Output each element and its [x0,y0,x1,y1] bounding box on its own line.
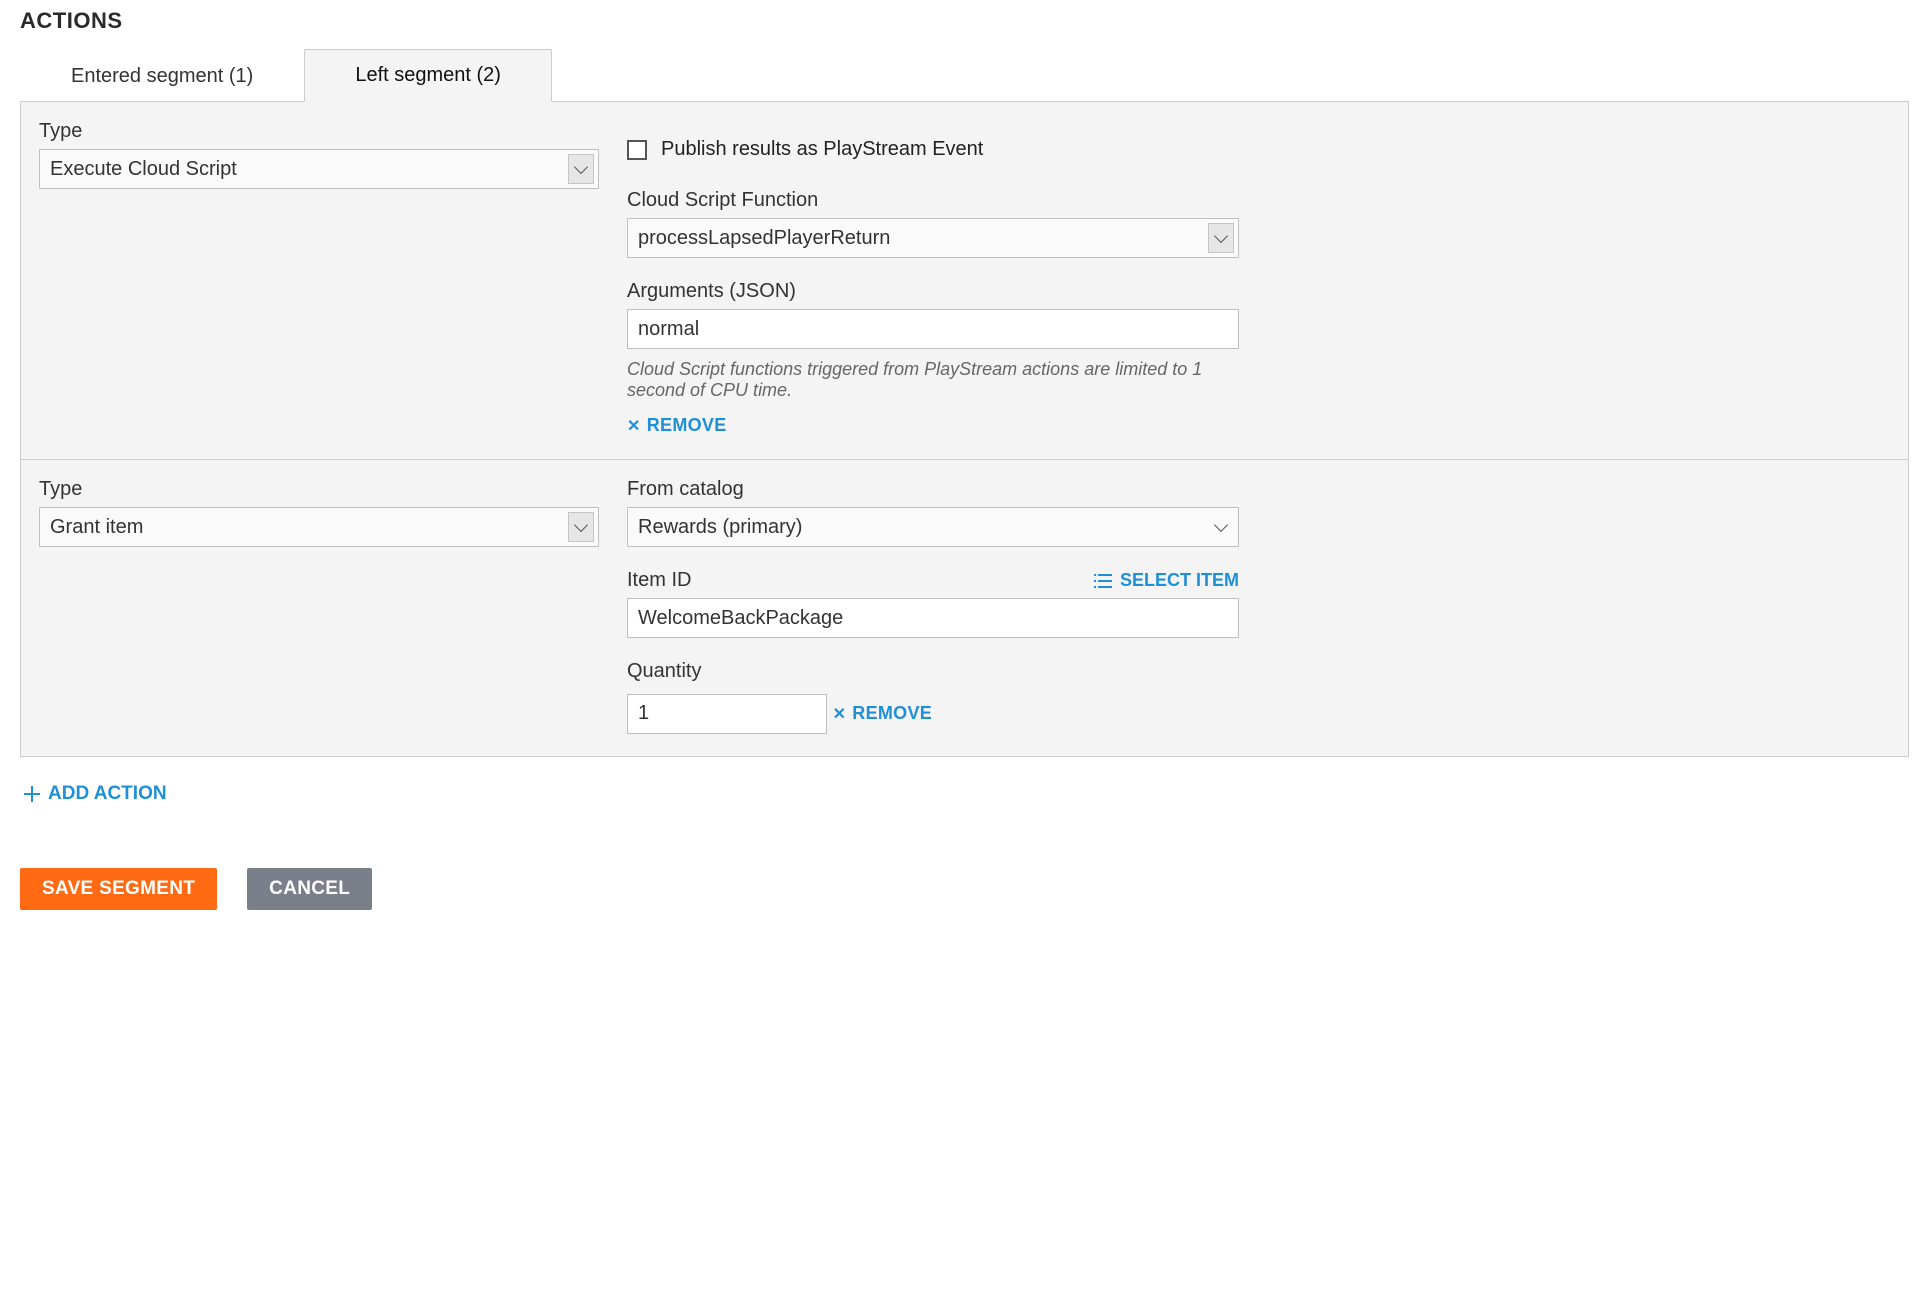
section-title: ACTIONS [20,8,1909,34]
add-action-button[interactable]: ADD ACTION [24,783,167,805]
actions-panel: Type Execute Cloud Script Publish result… [20,101,1909,757]
arguments-label: Arguments (JSON) [627,280,1239,303]
cloud-script-hint: Cloud Script functions triggered from Pl… [627,359,1239,401]
quantity-input[interactable] [627,694,827,734]
plus-icon [24,786,40,802]
chevron-down-icon [568,512,594,542]
type-label: Type [39,478,599,501]
cancel-button[interactable]: CANCEL [247,868,372,910]
publish-results-label: Publish results as PlayStream Event [661,138,983,161]
quantity-label: Quantity [627,660,1239,683]
select-item-label: SELECT ITEM [1120,570,1239,591]
remove-label: REMOVE [852,703,932,724]
arguments-input[interactable] [627,309,1239,349]
cloud-script-function-label: Cloud Script Function [627,189,1239,212]
tab-entered-segment[interactable]: Entered segment (1) [20,50,304,102]
chevron-down-icon [1208,512,1234,542]
type-label: Type [39,120,599,143]
action-block-1: Type Execute Cloud Script Publish result… [21,102,1908,459]
item-id-input[interactable] [627,598,1239,638]
remove-label: REMOVE [647,415,727,436]
close-icon [833,703,847,724]
type-select[interactable]: Execute Cloud Script [39,149,599,189]
cloud-script-function-value: processLapsedPlayerReturn [638,227,890,250]
remove-action-button[interactable]: REMOVE [627,415,727,436]
save-segment-button[interactable]: SAVE SEGMENT [20,868,217,910]
remove-action-button[interactable]: REMOVE [833,703,933,724]
add-action-label: ADD ACTION [48,783,167,805]
type-select-value: Grant item [50,516,143,539]
footer-buttons: SAVE SEGMENT CANCEL [20,868,1909,910]
type-select-value: Execute Cloud Script [50,158,237,181]
from-catalog-label: From catalog [627,478,1239,501]
type-select[interactable]: Grant item [39,507,599,547]
cloud-script-function-select[interactable]: processLapsedPlayerReturn [627,218,1239,258]
chevron-down-icon [568,154,594,184]
action-block-2: Type Grant item From catalog Rewards (pr… [21,459,1908,756]
close-icon [627,415,641,436]
tab-left-segment[interactable]: Left segment (2) [304,49,552,102]
item-id-label: Item ID [627,569,691,592]
actions-tabs: Entered segment (1) Left segment (2) [20,48,1909,101]
chevron-down-icon [1208,223,1234,253]
list-icon [1094,574,1112,588]
publish-results-checkbox[interactable] [627,140,647,160]
select-item-link[interactable]: SELECT ITEM [1094,570,1239,591]
from-catalog-select[interactable]: Rewards (primary) [627,507,1239,547]
from-catalog-value: Rewards (primary) [638,516,802,539]
